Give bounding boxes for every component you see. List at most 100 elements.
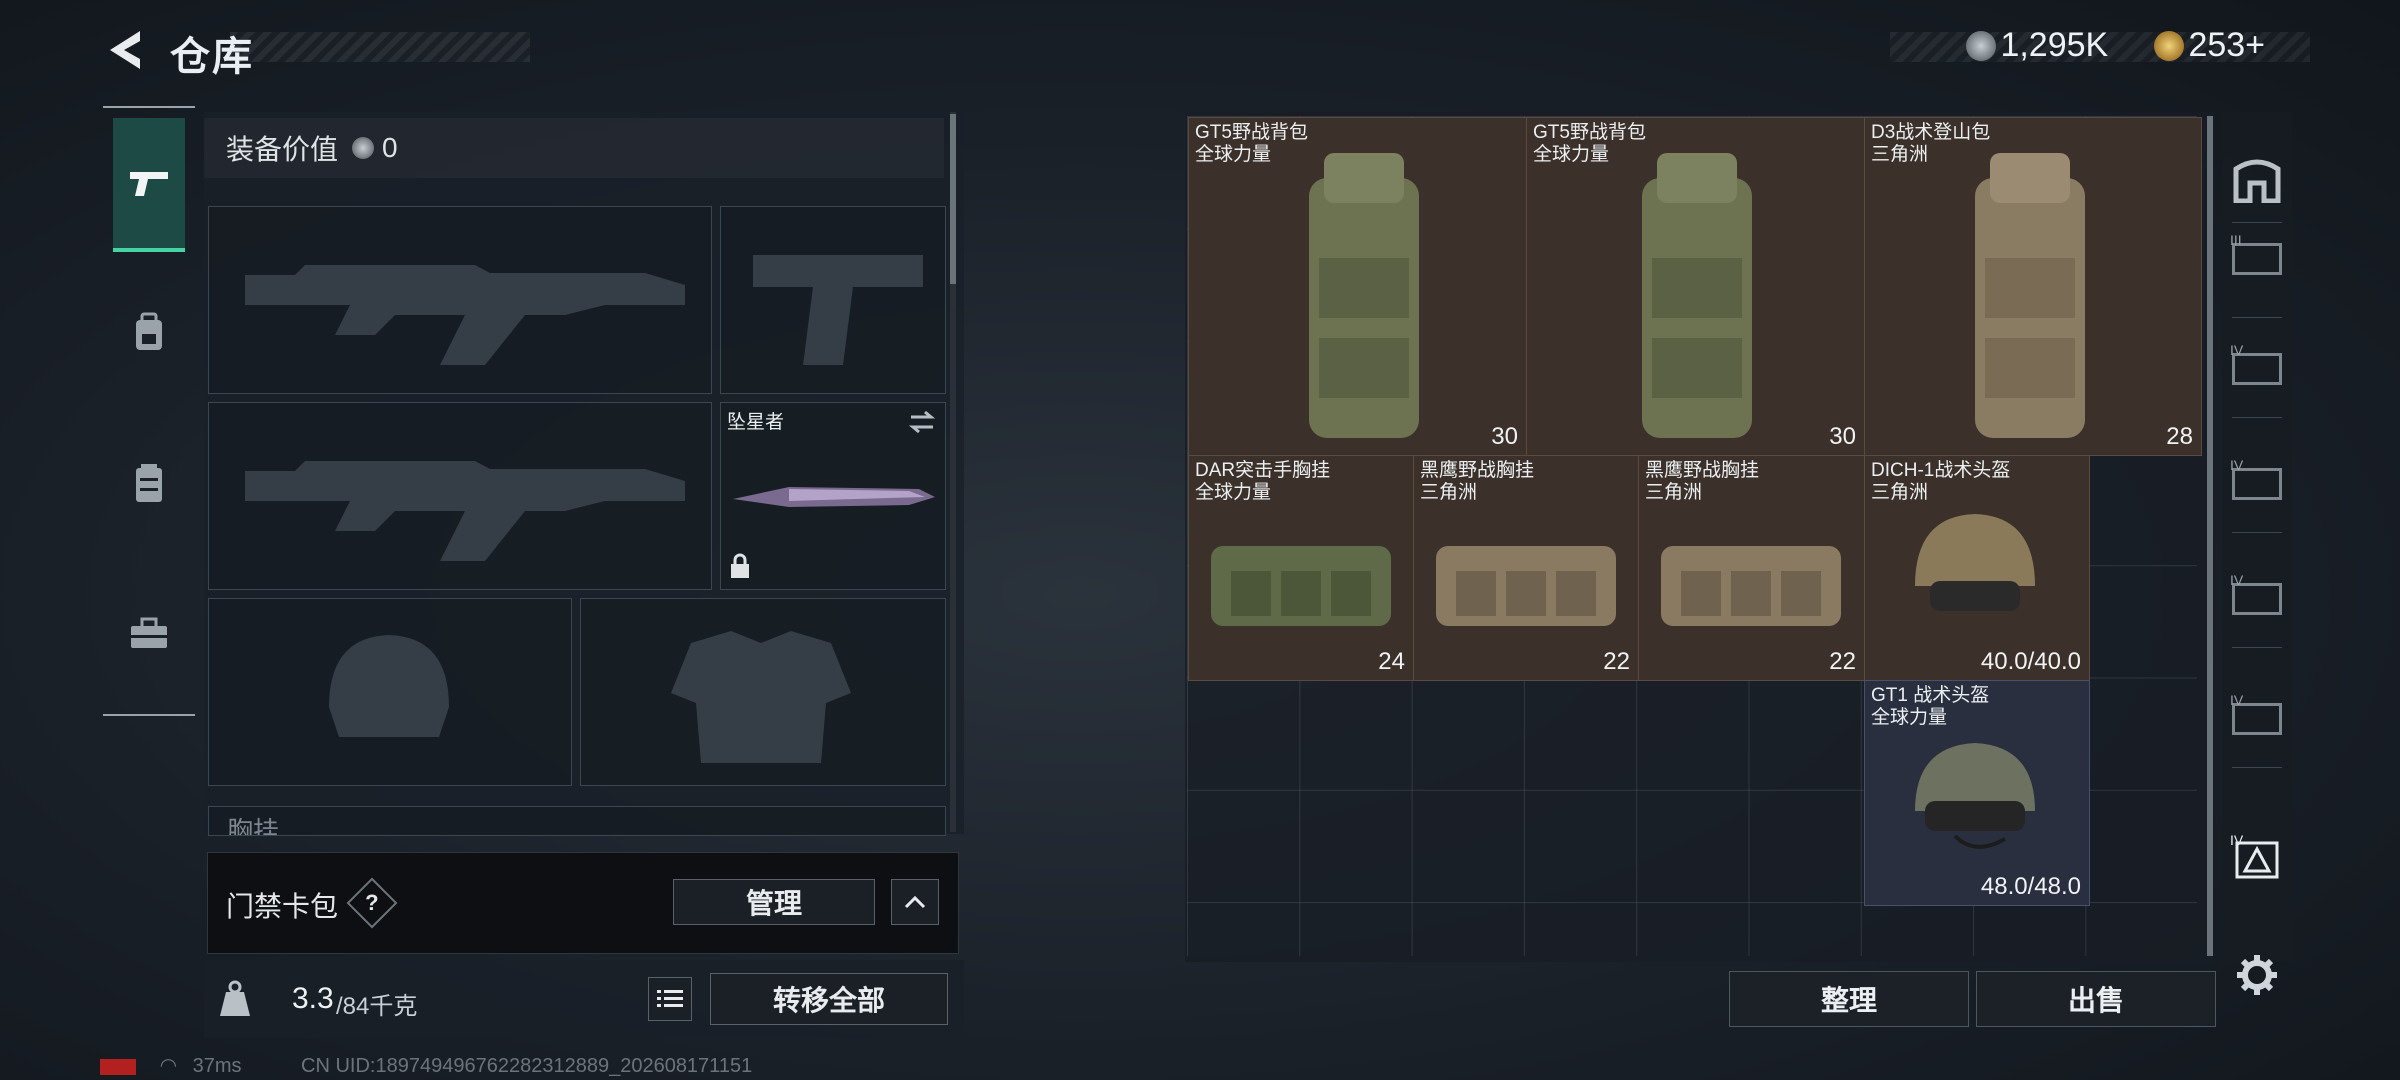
tab-rig[interactable] [113, 418, 185, 548]
currency-primary-value: 1,295K [2000, 26, 2109, 64]
helmet-slot[interactable] [208, 598, 572, 786]
rig-image [1436, 546, 1616, 626]
rifle-placeholder-icon [245, 461, 685, 561]
stash-item-helmet[interactable]: DICH-1战术头盔 三角洲 40.0/40.0 [1864, 455, 2090, 681]
category-all[interactable] [2230, 152, 2284, 206]
list-icon [657, 990, 683, 1007]
stash-item-rig[interactable]: 黑鹰野战胸挂 三角洲 22 [1638, 455, 1865, 681]
wifi-icon: ◠ [159, 1055, 178, 1077]
item-capacity: 30 [1491, 423, 1518, 450]
card-bag-label: 门禁卡包 [226, 891, 339, 922]
item-name: GT5野战背包 [1195, 122, 1308, 143]
manage-button[interactable]: 管理 [673, 879, 875, 925]
melee-name: 坠星者 [727, 412, 785, 433]
item-name: DAR突击手胸挂 [1195, 460, 1331, 481]
armor-placeholder-icon [671, 631, 851, 763]
helmet-icon [1915, 743, 2035, 849]
melee-slot[interactable]: 坠星者 [720, 402, 946, 590]
gear-icon [2237, 955, 2277, 995]
stash-item-backpack[interactable]: GT5野战背包 全球力量 30 [1526, 117, 1865, 456]
item-sub: 全球力量 [1195, 144, 1272, 165]
silver-coin-icon [352, 137, 375, 159]
ping: 37ms [192, 1055, 242, 1077]
battery-icon [100, 1058, 136, 1075]
category-tier-6[interactable]: IV [2230, 832, 2284, 886]
toolbox-icon [131, 617, 167, 648]
item-durability: 40.0/40.0 [1980, 648, 2081, 675]
rifle-placeholder-icon [245, 265, 685, 365]
transfer-all-button[interactable]: 转移全部 [710, 973, 948, 1025]
expand-button[interactable] [891, 879, 939, 925]
secondary-weapon-slot[interactable] [720, 206, 946, 394]
vest-icon [136, 464, 162, 502]
currency-primary: 1,295K [1966, 26, 2108, 65]
access-card-bag: 门禁卡包 ? 管理 [207, 852, 959, 954]
equip-value-label: 装备价值 [226, 134, 339, 165]
item-durability: 48.0/48.0 [1980, 873, 2081, 900]
item-sub: 三角洲 [1645, 482, 1703, 503]
tertiary-weapon-slot[interactable] [208, 402, 712, 590]
currency-secondary-value: 253+ [2188, 26, 2266, 64]
item-sub: 三角洲 [1871, 144, 1929, 165]
swap-icon[interactable] [907, 409, 937, 435]
category-tier-5[interactable]: IV [2230, 692, 2284, 746]
home-icon [2233, 159, 2281, 203]
uid: CN UID:18974949676228231288​9_2026081711… [301, 1055, 753, 1077]
gold-coin-icon [2154, 30, 2184, 61]
stash-item-rig[interactable]: DAR突击手胸挂 全球力量 24 [1188, 455, 1414, 681]
item-name: D3战术登山包 [1871, 122, 1991, 143]
category-tier-1[interactable]: III [2230, 232, 2284, 286]
back-arrow-icon [110, 31, 140, 69]
status-line: ◠ 37ms CN UID:18974949676228231288​9_202… [100, 1053, 752, 1078]
rig-label: 胸挂 [227, 816, 280, 836]
stash-item-backpack[interactable]: D3战术登山包 三角洲 28 [1864, 117, 2202, 456]
item-sub: 三角洲 [1420, 482, 1478, 503]
backpack-image [1642, 153, 1752, 438]
rig-image [1661, 546, 1841, 626]
tab-backpack[interactable] [113, 268, 185, 398]
stash-item-rig[interactable]: 黑鹰野战胸挂 三角洲 22 [1413, 455, 1639, 681]
item-capacity: 22 [1603, 648, 1630, 675]
backpack-image [1309, 153, 1419, 438]
title-decoration [230, 32, 530, 62]
settings-button[interactable] [2232, 950, 2282, 1000]
back-button[interactable] [100, 22, 150, 78]
category-tier-4[interactable]: IV [2230, 572, 2284, 626]
loadout-panel: 装备价值 0 坠星者 胸挂 [204, 112, 964, 836]
stash-scrollbar[interactable] [2207, 116, 2213, 956]
tab-weapons[interactable] [113, 118, 185, 252]
helmet-placeholder-icon [329, 635, 449, 737]
weight-icon [220, 980, 250, 1016]
item-sub: 全球力量 [1195, 482, 1272, 503]
armor-slot[interactable] [580, 598, 946, 786]
currency-secondary[interactable]: 253+ [2154, 26, 2265, 65]
help-icon[interactable]: ? [346, 877, 398, 929]
sell-button[interactable]: 出售 [1976, 971, 2216, 1027]
item-capacity: 24 [1378, 648, 1405, 675]
equip-value-bar: 装备价值 0 [204, 118, 944, 178]
item-name: 黑鹰野战胸挂 [1645, 460, 1760, 481]
loadout-scroll-thumb[interactable] [950, 114, 956, 284]
rig-slot[interactable]: 胸挂 [208, 806, 946, 836]
item-capacity: 30 [1829, 423, 1856, 450]
stash-item-backpack[interactable]: GT5野战背包 全球力量 30 [1188, 117, 1527, 456]
sort-button[interactable]: 整理 [1729, 971, 1969, 1027]
primary-weapon-slot[interactable] [208, 206, 712, 394]
stash-item-helmet[interactable]: GT1 战术头盔 全球力量 48.0/48.0 [1864, 680, 2090, 906]
list-view-button[interactable] [648, 977, 692, 1021]
weight-max: /84千克 [336, 993, 418, 1020]
item-name: GT1 战术头盔 [1871, 685, 1990, 706]
backpack-icon [136, 312, 162, 350]
tab-tools[interactable] [113, 568, 185, 698]
backpack-image [1975, 153, 2085, 438]
category-tier-3[interactable]: IV [2230, 457, 2284, 511]
rig-image [1211, 546, 1391, 626]
item-capacity: 28 [2166, 423, 2193, 450]
pistol-icon [130, 172, 168, 196]
stash-category-strip: III IV IV IV IV IV [2222, 112, 2292, 962]
item-name: GT5野战背包 [1533, 122, 1646, 143]
category-tier-2[interactable]: IV [2230, 342, 2284, 396]
weight-current: 3.3 [292, 982, 334, 1015]
item-name: DICH-1战术头盔 [1871, 460, 2011, 481]
helmet-icon [1915, 514, 2035, 611]
